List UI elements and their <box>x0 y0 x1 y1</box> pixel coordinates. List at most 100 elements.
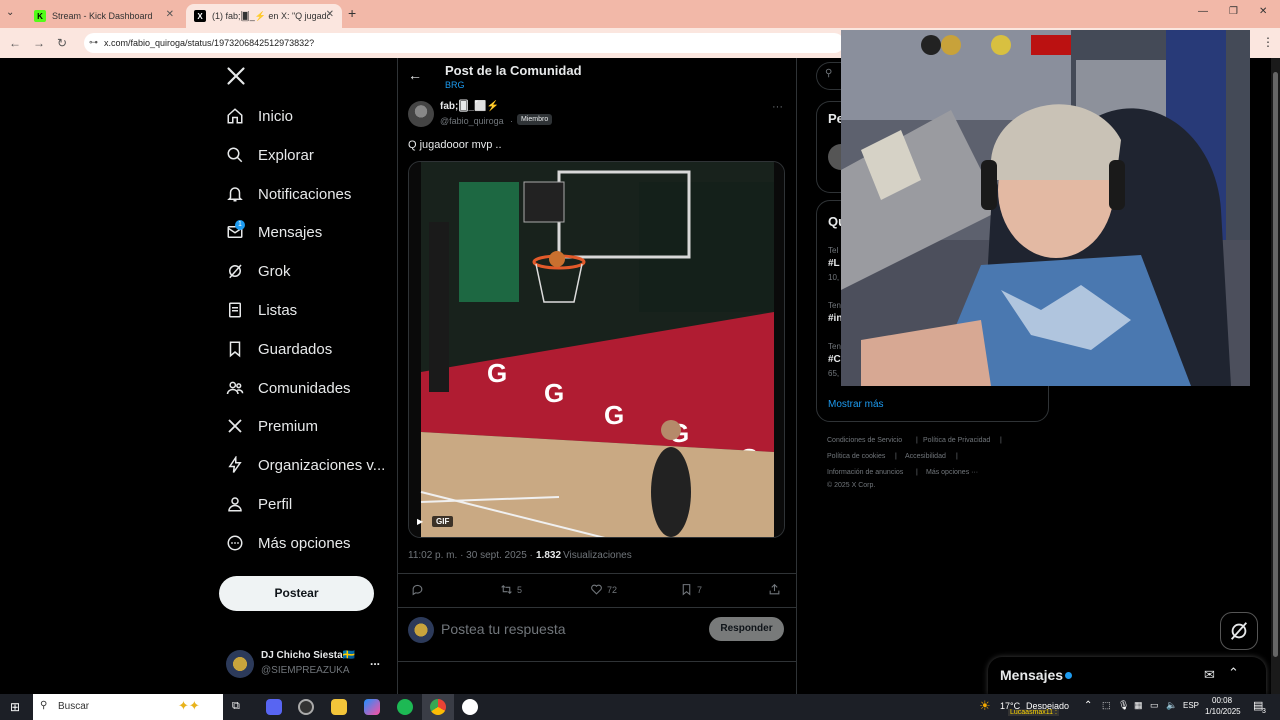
new-tab-button[interactable]: + <box>348 5 356 21</box>
discord-icon[interactable] <box>266 699 282 715</box>
retweet-button[interactable]: 5 <box>500 583 522 596</box>
restore-icon[interactable]: ❐ <box>1229 6 1238 17</box>
footer-link[interactable]: Política de Privacidad <box>923 437 990 444</box>
grok-floating-button[interactable] <box>1220 612 1258 650</box>
windows-start-icon[interactable]: ⊞ <box>10 700 20 714</box>
nav-label: Inicio <box>258 107 294 125</box>
bookmark-icon <box>682 584 691 596</box>
nav-home[interactable]: Inicio <box>226 103 293 129</box>
trend-count: 10, <box>828 273 840 282</box>
minimize-icon[interactable]: — <box>1198 6 1208 17</box>
show-more-link[interactable]: Mostrar más <box>828 399 884 410</box>
svg-text:G: G <box>604 400 624 430</box>
bookmark-button[interactable]: 7 <box>680 583 702 596</box>
nav-label: Comunidades <box>258 379 351 397</box>
chrome-icon[interactable] <box>430 699 446 715</box>
nav-notifications[interactable]: Notificaciones <box>226 181 351 207</box>
author-handle[interactable]: @fabio_quiroga <box>440 116 504 126</box>
volume-icon[interactable]: 🔈 <box>1166 700 1177 711</box>
nav-communities[interactable]: Comunidades <box>226 375 351 401</box>
footer-link[interactable]: Más opciones ··· <box>926 469 978 476</box>
footer-separator: | <box>916 437 918 444</box>
footer-link[interactable]: Información de anuncios <box>827 469 903 476</box>
person-icon <box>226 495 244 513</box>
url-field[interactable]: ⊶ x.com/fabio_quiroga/status/19732068425… <box>84 33 844 53</box>
footer-link[interactable]: Accesibilidad <box>905 453 946 460</box>
tab-kick-dashboard[interactable]: K Stream - Kick Dashboard ✕ <box>26 4 182 28</box>
x-logo-icon[interactable] <box>226 66 246 86</box>
reload-icon[interactable]: ↻ <box>57 36 67 50</box>
new-message-icon[interactable]: ✉ <box>1204 667 1215 683</box>
file-explorer-icon[interactable] <box>331 699 347 715</box>
x-favicon-icon: X <box>194 10 206 22</box>
post-more-icon[interactable]: ··· <box>772 101 783 113</box>
tray-app-icon[interactable]: ⬚ <box>1102 700 1111 711</box>
divider <box>397 607 797 608</box>
reply-input[interactable]: Postea tu respuesta <box>441 621 566 637</box>
close-tab-icon[interactable]: ✕ <box>326 9 334 20</box>
site-info-icon[interactable]: ⊶ <box>89 37 98 48</box>
scrollbar[interactable] <box>1271 58 1280 694</box>
footer-link[interactable]: Política de cookies <box>827 453 885 460</box>
author-name[interactable]: fab;🂠_⬜⚡ <box>440 101 499 112</box>
play-icon[interactable]: ▶ <box>417 517 423 526</box>
share-button[interactable] <box>768 583 785 596</box>
tab-list-chevron-icon[interactable]: ⌄ <box>6 7 14 18</box>
tab-x-post[interactable]: X (1) fab;🂠_⚡ en X: "Q jugado ✕ <box>186 4 342 28</box>
lightning-icon <box>226 456 244 474</box>
task-view-icon[interactable]: ⧉ <box>232 700 240 713</box>
nav-organizations[interactable]: Organizaciones v... <box>226 452 385 478</box>
nav-bookmarks[interactable]: Guardados <box>226 336 332 362</box>
back-arrow-icon[interactable]: ← <box>408 67 422 83</box>
forward-icon[interactable]: → <box>33 36 45 50</box>
trend-tag[interactable]: #L <box>828 258 840 269</box>
community-link[interactable]: BRG <box>445 80 465 90</box>
account-switcher[interactable]: DJ Chicho Siesta🇸🇪 @SIEMPREAZUKA ... <box>226 648 386 680</box>
close-tab-icon[interactable]: ✕ <box>166 9 174 20</box>
like-count: 72 <box>607 584 618 595</box>
google-app-icon[interactable] <box>462 699 478 715</box>
like-button[interactable]: 72 <box>590 583 617 596</box>
microphone-icon[interactable]: 🎙 <box>1118 700 1129 711</box>
nav-explore[interactable]: Explorar <box>226 142 314 168</box>
account-more-icon[interactable]: ... <box>370 654 380 668</box>
clock-time[interactable]: 00:08 <box>1212 696 1232 705</box>
nav-profile[interactable]: Perfil <box>226 491 292 517</box>
spotify-icon[interactable] <box>397 699 413 715</box>
language-indicator[interactable]: ESP <box>1183 701 1199 710</box>
tray-app-icon[interactable]: ▦ <box>1134 700 1143 711</box>
nav-grok[interactable]: Grok <box>226 258 291 284</box>
back-icon[interactable]: ← <box>9 36 21 50</box>
taskbar-search[interactable]: ⚲ Buscar ✦✦ <box>33 694 223 720</box>
grok-icon <box>1230 622 1248 640</box>
close-window-icon[interactable]: ✕ <box>1259 6 1267 17</box>
obs-icon[interactable] <box>298 699 314 715</box>
nav-messages[interactable]: 1 Mensajes <box>226 219 322 245</box>
expand-drawer-icon[interactable]: ⌃ <box>1228 665 1239 681</box>
post-button[interactable]: Postear <box>219 576 374 611</box>
network-icon[interactable]: ▭ <box>1150 700 1159 711</box>
copilot-icon[interactable] <box>364 699 380 715</box>
gif-media[interactable]: G G G G G ▶ GIF <box>408 161 785 538</box>
footer-separator: | <box>916 469 918 476</box>
nav-premium[interactable]: Premium <box>226 413 318 439</box>
clock-date[interactable]: 1/10/2025 <box>1205 707 1241 716</box>
messages-drawer[interactable]: Mensajes ✉ ⌃ <box>988 657 1266 695</box>
scrollbar-thumb[interactable] <box>1273 72 1278 657</box>
trend-tag[interactable]: #C <box>828 354 841 365</box>
share-icon <box>769 583 780 595</box>
nav-lists[interactable]: Listas <box>226 297 297 323</box>
separator: · <box>510 116 513 126</box>
nav-label: Organizaciones v... <box>258 456 386 474</box>
post-timestamp[interactable]: 11:02 p. m. · 30 sept. 2025 · <box>408 550 533 561</box>
nav-label: Listas <box>258 301 298 319</box>
tray-chevron-icon[interactable]: ⌃ <box>1084 700 1092 711</box>
reply-submit-button[interactable]: Responder <box>709 617 784 641</box>
grok-icon <box>226 262 244 280</box>
nav-more-options[interactable]: Más opciones <box>226 530 351 556</box>
browser-menu-icon[interactable]: ⋮ <box>1262 35 1274 49</box>
retweet-icon <box>501 584 512 595</box>
reply-button[interactable] <box>411 583 428 596</box>
footer-link[interactable]: Condiciones de Servicio <box>827 437 902 444</box>
author-avatar[interactable] <box>408 101 434 127</box>
